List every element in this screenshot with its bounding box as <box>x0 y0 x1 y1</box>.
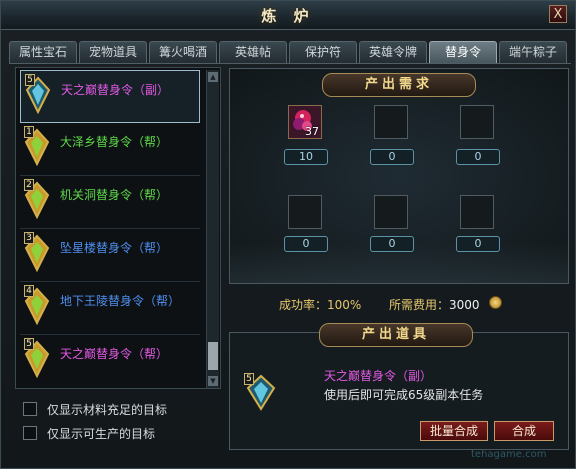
level-badge: 5 <box>244 373 254 385</box>
tab-hero-token[interactable]: 英雄令牌 <box>359 41 427 63</box>
craft-button[interactable]: 合成 <box>494 421 554 441</box>
material-slot[interactable] <box>288 195 322 229</box>
recipe-item[interactable]: 3 坠星楼替身令（帮） <box>20 229 200 282</box>
recipe-item[interactable]: 1 大泽乡替身令（帮） <box>20 123 200 176</box>
scroll-thumb[interactable] <box>208 342 218 370</box>
level-badge: 3 <box>24 232 34 244</box>
output-item-desc: 使用后即可完成65级副本任务 <box>324 388 484 402</box>
material-qty: 0 <box>284 236 328 252</box>
output-header: 产出道具 <box>319 323 473 347</box>
substitute-token-green-icon: 1 <box>24 126 50 167</box>
output-item-name: 天之巅替身令（副） <box>324 369 433 383</box>
recipe-item-label: 坠星楼替身令（帮） <box>60 241 169 255</box>
filter-producible-checkbox[interactable] <box>23 426 37 440</box>
recipe-item-label: 机关洞替身令（帮） <box>60 188 169 202</box>
recipe-item[interactable]: 5 天之巅替身令（副） <box>20 70 200 123</box>
level-badge: 4 <box>24 285 34 297</box>
recipe-item[interactable]: 2 机关洞替身令（帮） <box>20 176 200 229</box>
recipe-list: 5 天之巅替身令（副） 1 大泽乡替身令（帮） 2 机关洞替身令（帮） 3 坠星… <box>15 67 221 389</box>
tab-protection-charm[interactable]: 保护符 <box>289 41 357 63</box>
level-badge: 5 <box>25 74 35 86</box>
tab-substitute-token[interactable]: 替身令 <box>429 41 497 64</box>
recipe-item-label: 天之巅替身令（帮） <box>60 347 169 361</box>
title-bar[interactable]: 炼 炉 X <box>1 1 575 30</box>
requirements-header: 产出需求 <box>322 73 476 97</box>
stack-count: 37 <box>305 125 319 138</box>
material-qty: 10 <box>284 149 328 165</box>
material-slot[interactable] <box>374 195 408 229</box>
material-slot[interactable] <box>460 195 494 229</box>
substitute-token-green-icon: 5 <box>24 338 50 379</box>
tab-divider <box>9 63 571 64</box>
close-button[interactable]: X <box>549 5 567 23</box>
cost: 所需费用：3000 <box>389 296 480 313</box>
filter-sufficient-checkbox[interactable] <box>23 402 37 416</box>
material-slot[interactable]: 37 <box>288 105 322 139</box>
tab-pet-items[interactable]: 宠物道具 <box>79 41 147 63</box>
success-rate-value: 100% <box>327 298 362 312</box>
scroll-up-icon[interactable]: ▲ <box>208 72 218 82</box>
material-slot[interactable] <box>374 105 408 139</box>
cost-value: 3000 <box>449 298 480 312</box>
tab-dragon-boat-zongzi[interactable]: 端午粽子 <box>499 41 567 63</box>
tab-hero-post[interactable]: 英雄帖 <box>219 41 287 63</box>
material-slot[interactable] <box>460 105 494 139</box>
batch-craft-button[interactable]: 批量合成 <box>420 421 488 441</box>
recipe-item-label: 天之巅替身令（副） <box>61 83 170 97</box>
material-qty: 0 <box>456 149 500 165</box>
level-badge: 2 <box>24 179 34 191</box>
coin-icon <box>489 296 502 309</box>
level-badge: 5 <box>24 338 34 350</box>
furnace-window: 炼 炉 X 属性宝石 宠物道具 篝火喝酒 英雄帖 保护符 英雄令牌 替身令 端午… <box>0 0 576 469</box>
substitute-token-green-icon: 3 <box>24 232 50 273</box>
material-qty: 0 <box>456 236 500 252</box>
level-badge: 1 <box>24 126 34 138</box>
substitute-token-blue-icon: 5 <box>25 74 51 115</box>
recipe-item[interactable]: 4 地下王陵替身令（帮） <box>20 282 200 335</box>
category-tabs: 属性宝石 宠物道具 篝火喝酒 英雄帖 保护符 英雄令牌 替身令 端午粽子 <box>9 41 575 64</box>
cost-label: 所需费用： <box>389 298 450 312</box>
substitute-token-green-icon: 2 <box>24 179 50 220</box>
output-item-slot[interactable]: 5 <box>244 373 278 411</box>
filter-sufficient-label: 仅显示材料充足的目标 <box>47 403 168 417</box>
material-qty: 0 <box>370 236 414 252</box>
recipe-item-label: 大泽乡替身令（帮） <box>60 135 169 149</box>
tab-bonfire-drinking[interactable]: 篝火喝酒 <box>149 41 217 63</box>
output-panel: 5 天之巅替身令（副） 使用后即可完成65级副本任务 批量合成 合成 <box>229 332 569 450</box>
success-rate-label: 成功率： <box>279 298 328 312</box>
scroll-down-icon[interactable]: ▼ <box>208 376 218 386</box>
recipe-item-label: 地下王陵替身令（帮） <box>60 294 181 308</box>
requirements-panel: 产出需求 37 10 0 0 0 0 0 <box>229 68 569 284</box>
filter-producible-label: 仅显示可生产的目标 <box>47 427 156 441</box>
window-title: 炼 炉 <box>261 7 315 25</box>
watermark: tehagame.com <box>471 449 547 460</box>
material-qty: 0 <box>370 149 414 165</box>
substitute-token-green-icon: 4 <box>24 285 50 326</box>
success-rate: 成功率：100% <box>279 296 361 313</box>
list-scrollbar[interactable]: ▲ ▼ <box>206 70 219 388</box>
recipe-item[interactable]: 5 天之巅替身令（帮） <box>20 335 200 388</box>
tab-attribute-gems[interactable]: 属性宝石 <box>9 41 77 63</box>
